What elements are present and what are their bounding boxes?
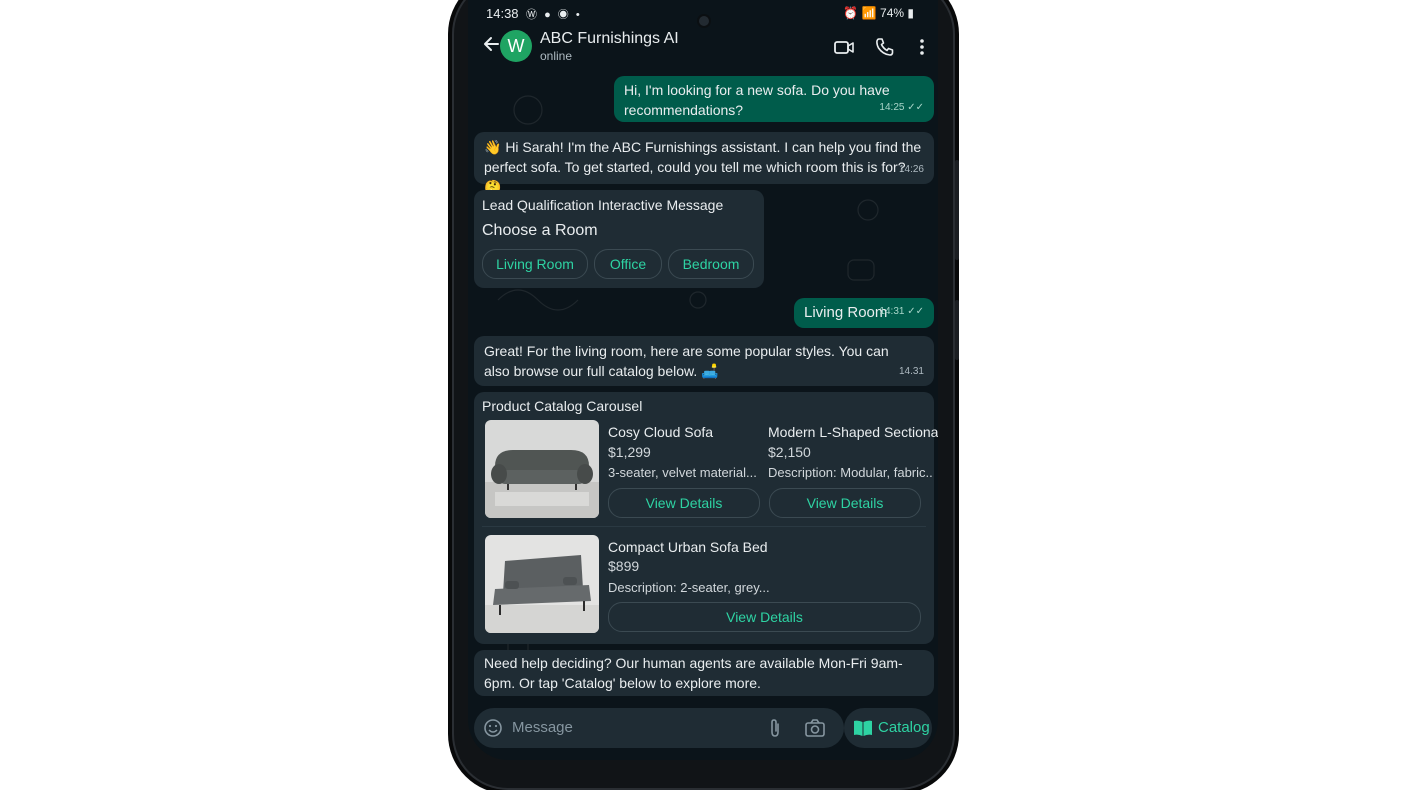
message-incoming[interactable]: 👋 Hi Sarah! I'm the ABC Furnishings assi… bbox=[474, 132, 934, 195]
message-time: 14.31 bbox=[898, 366, 924, 377]
message-time: 14:25 ✓✓ bbox=[879, 102, 924, 113]
battery-icon: ▮ bbox=[907, 6, 914, 20]
messenger-icon: ● bbox=[544, 9, 553, 21]
interactive-title: Lead Qualification Interactive Message bbox=[482, 197, 724, 213]
contact-status: online bbox=[540, 49, 573, 63]
status-right: ⏰ 📶 74% ▮ bbox=[843, 6, 914, 20]
product-name: Compact Urban Sofa Bed bbox=[608, 539, 768, 555]
more-options-icon[interactable] bbox=[911, 36, 933, 58]
view-details-button[interactable]: View Details bbox=[608, 488, 760, 518]
interactive-message: Lead Qualification Interactive Message C… bbox=[474, 190, 764, 288]
message-input[interactable]: Message bbox=[512, 719, 573, 736]
power-button bbox=[955, 300, 959, 360]
message-input-bar[interactable]: Message bbox=[474, 708, 844, 748]
divider bbox=[482, 526, 926, 527]
product-carousel: Product Catalog Carousel Cosy Cloud Sofa… bbox=[474, 392, 938, 644]
sofa-image bbox=[485, 420, 599, 518]
option-office[interactable]: Office bbox=[594, 249, 662, 279]
interactive-prompt: Choose a Room bbox=[482, 222, 598, 239]
view-details-button[interactable]: View Details bbox=[769, 488, 921, 518]
product-image[interactable] bbox=[485, 535, 599, 633]
product-name: Cosy Cloud Sofa bbox=[608, 424, 714, 440]
notification-icons: Ⓦ ● ◉ • bbox=[526, 6, 582, 22]
message-time: 14:31 ✓✓ bbox=[879, 306, 924, 317]
product-description: 3-seater, velvet material... bbox=[608, 465, 756, 480]
camera-icon[interactable] bbox=[804, 718, 826, 738]
read-receipt-icon: ✓✓ bbox=[907, 102, 924, 113]
option-living-room[interactable]: Living Room bbox=[482, 249, 588, 279]
message-text: Need help deciding? Our human agents are… bbox=[484, 655, 903, 691]
option-bedroom[interactable]: Bedroom bbox=[668, 249, 754, 279]
catalog-book-icon bbox=[854, 720, 872, 736]
catalog-button[interactable]: Catalog bbox=[844, 708, 932, 748]
sofa-bed-image bbox=[485, 535, 599, 633]
product-price: $1,299 bbox=[608, 444, 651, 460]
dot-icon: • bbox=[575, 9, 582, 21]
message-outgoing[interactable]: Living Room 14:31 ✓✓ bbox=[794, 298, 934, 328]
message-text: 👋 Hi Sarah! I'm the ABC Furnishings assi… bbox=[484, 139, 922, 195]
emoji-icon[interactable] bbox=[483, 718, 503, 738]
battery-level: 74% bbox=[880, 6, 905, 20]
video-call-icon[interactable] bbox=[833, 36, 855, 58]
product-description: Description: 2-seater, grey... bbox=[608, 580, 770, 595]
product-price: $899 bbox=[608, 558, 640, 574]
view-details-button[interactable]: View Details bbox=[608, 602, 921, 632]
whatsapp-icon: Ⓦ bbox=[526, 9, 539, 21]
message-text: Great! For the living room, here are som… bbox=[484, 343, 889, 379]
chat-screen: 14:38 Ⓦ ● ◉ • ⏰ 📶 74% ▮ W ABC Furnishing… bbox=[468, 0, 938, 760]
carousel-title: Product Catalog Carousel bbox=[482, 398, 643, 414]
front-camera bbox=[699, 16, 709, 26]
chat-header: W ABC Furnishings AI online bbox=[468, 26, 938, 72]
avatar[interactable]: W bbox=[500, 30, 532, 62]
message-incoming[interactable]: Need help deciding? Our human agents are… bbox=[474, 650, 934, 696]
product-image[interactable] bbox=[485, 420, 599, 518]
catalog-label: Catalog bbox=[878, 719, 930, 736]
messenger-icon: ◉ bbox=[557, 9, 571, 21]
message-outgoing[interactable]: Hi, I'm looking for a new sofa. Do you h… bbox=[614, 76, 934, 122]
volume-button bbox=[955, 160, 959, 260]
attach-icon[interactable] bbox=[766, 718, 784, 738]
phone-call-icon[interactable] bbox=[874, 36, 896, 58]
message-text: Living Room bbox=[804, 304, 888, 321]
wifi-icon: 📶 bbox=[861, 6, 877, 20]
alarm-icon: ⏰ bbox=[843, 6, 859, 20]
product-name: Modern L-Shaped Sectional bbox=[768, 424, 938, 440]
message-incoming[interactable]: Great! For the living room, here are som… bbox=[474, 336, 934, 386]
status-time: 14:38 bbox=[486, 6, 519, 21]
product-price: $2,150 bbox=[768, 444, 811, 460]
contact-name[interactable]: ABC Furnishings AI bbox=[540, 30, 679, 48]
back-arrow-icon[interactable] bbox=[482, 34, 502, 54]
product-description: Description: Modular, fabric... bbox=[768, 465, 932, 480]
message-time: 14:26 bbox=[898, 164, 924, 175]
read-receipt-icon: ✓✓ bbox=[907, 306, 924, 317]
message-text: Hi, I'm looking for a new sofa. Do you h… bbox=[624, 82, 890, 118]
